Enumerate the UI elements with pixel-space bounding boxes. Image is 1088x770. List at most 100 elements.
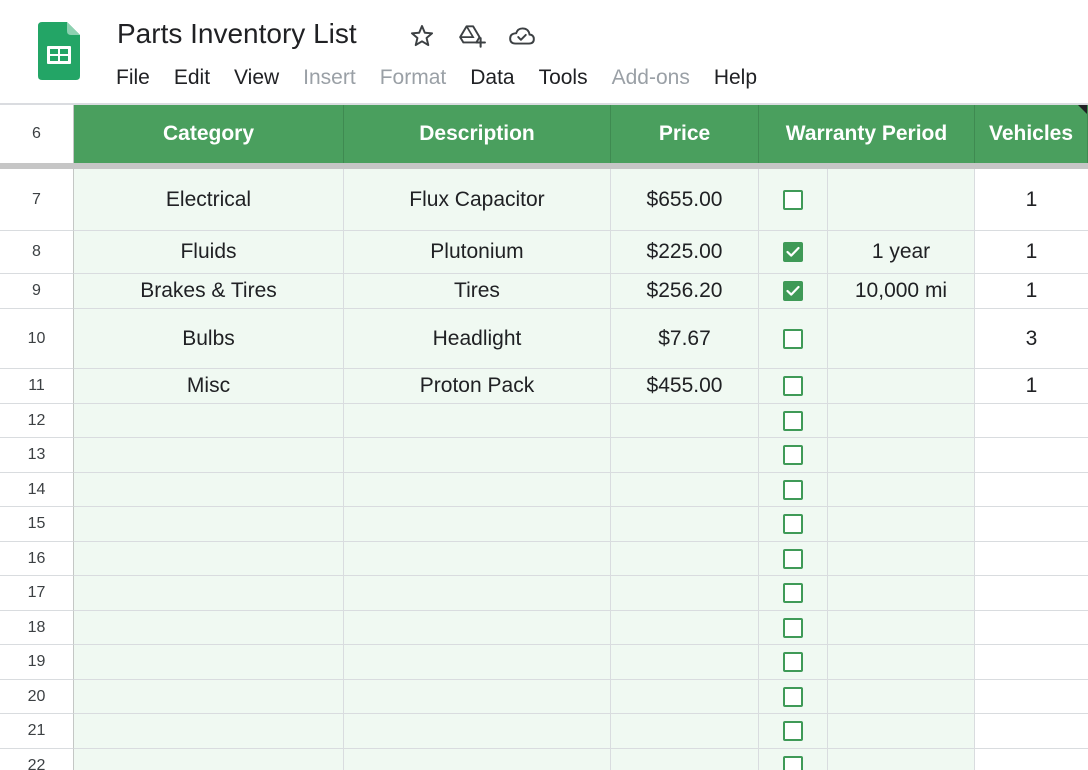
cell-category[interactable]: Brakes & Tires <box>74 274 344 309</box>
cell-price[interactable] <box>611 680 759 714</box>
row-number[interactable]: 7 <box>0 169 74 231</box>
cell-description[interactable] <box>344 645 611 680</box>
column-header-category[interactable]: Category <box>74 105 344 163</box>
cell-warranty-period[interactable]: 1 year <box>828 231 975 274</box>
menu-edit[interactable]: Edit <box>162 62 222 94</box>
row-number[interactable]: 18 <box>0 611 74 645</box>
menu-add-ons[interactable]: Add-ons <box>600 62 702 94</box>
cell-description[interactable] <box>344 404 611 438</box>
cell-category[interactable] <box>74 645 344 680</box>
cell-warranty-period[interactable] <box>828 369 975 404</box>
star-icon[interactable] <box>406 20 438 52</box>
cell-category[interactable] <box>74 542 344 576</box>
cell-description[interactable] <box>344 507 611 542</box>
cell-description[interactable] <box>344 473 611 507</box>
cell-description[interactable]: Flux Capacitor <box>344 169 611 231</box>
cell-category[interactable]: Electrical <box>74 169 344 231</box>
cell-warranty-period[interactable] <box>828 645 975 680</box>
cell-description[interactable] <box>344 749 611 770</box>
row-number[interactable]: 20 <box>0 680 74 714</box>
checkbox-unchecked[interactable] <box>783 617 803 638</box>
row-number[interactable]: 10 <box>0 309 74 369</box>
cell-vehicles[interactable] <box>975 576 1088 611</box>
cell-price[interactable] <box>611 404 759 438</box>
cell-price[interactable] <box>611 507 759 542</box>
cell-price[interactable] <box>611 611 759 645</box>
checkbox-checked[interactable] <box>783 242 803 262</box>
row-number[interactable]: 12 <box>0 404 74 438</box>
cell-category[interactable] <box>74 404 344 438</box>
checkbox-unchecked[interactable] <box>783 410 803 431</box>
cell-description[interactable] <box>344 680 611 714</box>
row-number[interactable]: 16 <box>0 542 74 576</box>
cloud-saved-icon[interactable] <box>506 20 538 52</box>
column-header-vehicles[interactable]: Vehicles <box>975 105 1088 163</box>
checkbox-unchecked[interactable] <box>783 376 803 396</box>
checkbox-unchecked[interactable] <box>783 755 803 770</box>
cell-price[interactable]: $7.67 <box>611 309 759 369</box>
cell-warranty-period[interactable] <box>828 169 975 231</box>
cell-price[interactable] <box>611 645 759 680</box>
cell-description[interactable] <box>344 611 611 645</box>
cell-price[interactable]: $256.20 <box>611 274 759 309</box>
checkbox-unchecked[interactable] <box>783 686 803 707</box>
cell-vehicles[interactable] <box>975 473 1088 507</box>
cell-vehicles[interactable] <box>975 542 1088 576</box>
cell-vehicles[interactable] <box>975 645 1088 680</box>
row-number[interactable]: 14 <box>0 473 74 507</box>
row-number[interactable]: 15 <box>0 507 74 542</box>
cell-warranty-period[interactable] <box>828 309 975 369</box>
checkbox-checked[interactable] <box>783 281 803 301</box>
cell-description[interactable] <box>344 542 611 576</box>
cell-vehicles[interactable] <box>975 749 1088 770</box>
menu-help[interactable]: Help <box>702 62 769 94</box>
cell-warranty-period[interactable] <box>828 576 975 611</box>
cell-category[interactable] <box>74 507 344 542</box>
menu-tools[interactable]: Tools <box>527 62 600 94</box>
cell-price[interactable] <box>611 749 759 770</box>
cell-warranty-period[interactable] <box>828 404 975 438</box>
cell-vehicles[interactable] <box>975 404 1088 438</box>
cell-warranty-period[interactable] <box>828 749 975 770</box>
row-number[interactable]: 11 <box>0 369 74 404</box>
cell-vehicles[interactable] <box>975 438 1088 473</box>
row-number[interactable]: 22 <box>0 749 74 770</box>
cell-price[interactable] <box>611 576 759 611</box>
cell-category[interactable] <box>74 611 344 645</box>
cell-vehicles[interactable]: 1 <box>975 169 1088 231</box>
cell-vehicles[interactable]: 1 <box>975 231 1088 274</box>
cell-vehicles[interactable]: 3 <box>975 309 1088 369</box>
checkbox-unchecked[interactable] <box>783 583 803 603</box>
cell-vehicles[interactable] <box>975 714 1088 749</box>
cell-vehicles[interactable]: 1 <box>975 274 1088 309</box>
checkbox-unchecked[interactable] <box>783 328 803 349</box>
column-header-warranty-period[interactable]: Warranty Period <box>759 105 975 163</box>
checkbox-unchecked[interactable] <box>783 445 803 465</box>
cell-price[interactable] <box>611 473 759 507</box>
checkbox-unchecked[interactable] <box>783 479 803 500</box>
cell-warranty-period[interactable] <box>828 473 975 507</box>
document-title[interactable]: Parts Inventory List <box>117 17 357 51</box>
checkbox-unchecked[interactable] <box>783 189 803 210</box>
menu-insert[interactable]: Insert <box>291 62 368 94</box>
cell-warranty-period[interactable] <box>828 542 975 576</box>
cell-category[interactable] <box>74 680 344 714</box>
cell-category[interactable]: Fluids <box>74 231 344 274</box>
row-number[interactable]: 9 <box>0 274 74 309</box>
cell-category[interactable] <box>74 576 344 611</box>
checkbox-unchecked[interactable] <box>783 514 803 534</box>
cell-price[interactable]: $225.00 <box>611 231 759 274</box>
move-to-drive-icon[interactable] <box>456 20 488 52</box>
cell-description[interactable] <box>344 714 611 749</box>
checkbox-unchecked[interactable] <box>783 548 803 569</box>
cell-category[interactable]: Bulbs <box>74 309 344 369</box>
row-number[interactable]: 17 <box>0 576 74 611</box>
cell-price[interactable]: $655.00 <box>611 169 759 231</box>
menu-view[interactable]: View <box>222 62 291 94</box>
cell-vehicles[interactable] <box>975 680 1088 714</box>
cell-warranty-period[interactable] <box>828 438 975 473</box>
cell-description[interactable]: Tires <box>344 274 611 309</box>
cell-description[interactable]: Proton Pack <box>344 369 611 404</box>
checkbox-unchecked[interactable] <box>783 721 803 741</box>
cell-vehicles[interactable] <box>975 507 1088 542</box>
